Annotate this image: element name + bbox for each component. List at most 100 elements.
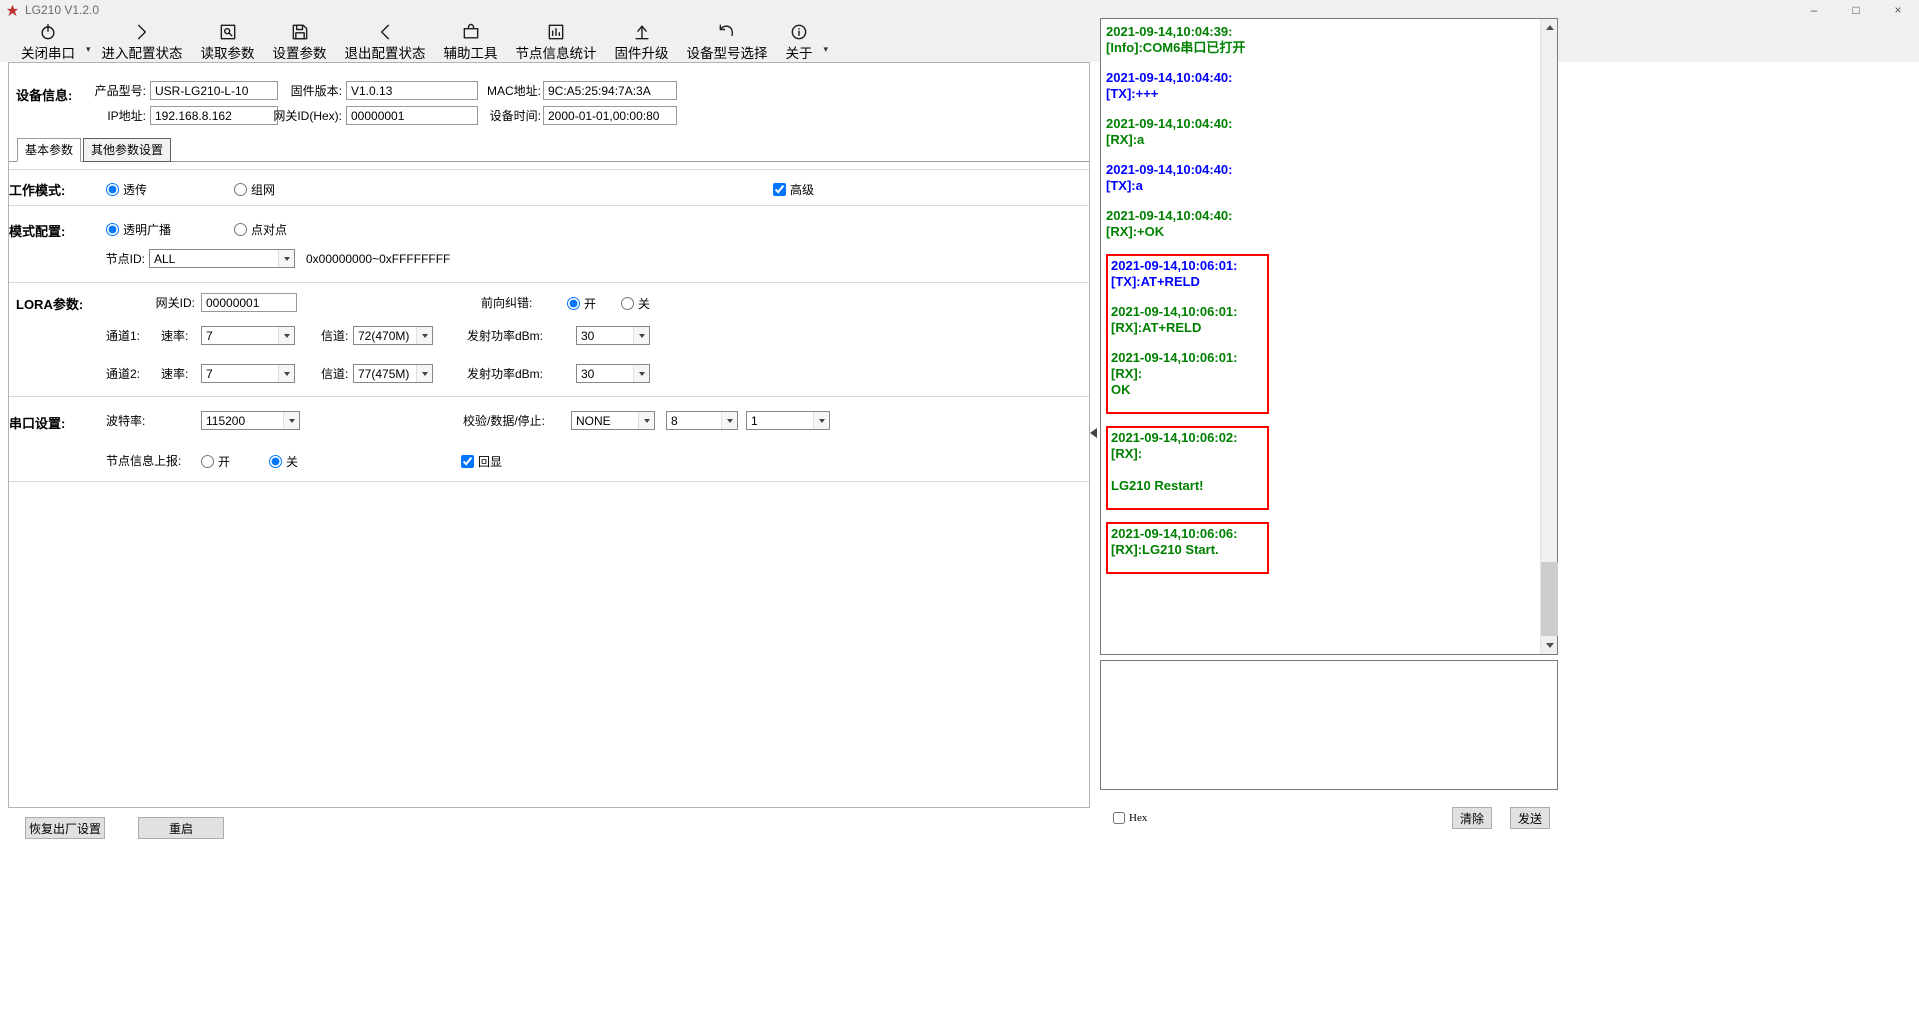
echo-checkbox-field[interactable]: 回显 [461, 451, 502, 471]
close-serial-label: 关闭串口 [21, 42, 75, 62]
gateway-id-label: 网关ID: [109, 293, 195, 313]
channel-2-channel-select[interactable]: 77(475M) [353, 364, 433, 383]
tab-other-params[interactable]: 其他参数设置 [83, 138, 171, 162]
log-line: [RX]: [1111, 446, 1261, 462]
mode-option-broadcast[interactable]: 透明广播 [106, 219, 171, 239]
hex-checkbox-field[interactable]: Hex [1113, 812, 1147, 824]
log-line: 2021-09-14,10:06:01: [1111, 304, 1261, 320]
power-label: 发射功率dBm: [467, 326, 543, 346]
data-bits-select[interactable]: 8 [666, 411, 738, 430]
parity-select[interactable]: NONE [571, 411, 655, 430]
close-serial-button[interactable]: 关闭串口 [12, 20, 84, 62]
log-line: LG210 Restart! [1111, 478, 1261, 494]
advanced-checkbox-field[interactable]: 高级 [773, 179, 814, 199]
node-stats-button[interactable]: 节点信息统计 [507, 20, 606, 62]
device-model-button[interactable]: 设备型号选择 [678, 20, 777, 62]
work-mode-option-transparent[interactable]: 透传 [106, 179, 147, 199]
fec-label: 前向纠错: [481, 293, 532, 313]
work-mode-section: 工作模式: 透传 组网 高级 [9, 169, 1089, 206]
mode-radio-p2p[interactable] [234, 223, 247, 236]
hex-checkbox[interactable] [1113, 812, 1125, 824]
chevron-down-icon [638, 412, 654, 429]
chevron-down-icon [633, 365, 649, 382]
node-report-option-off[interactable]: 关 [269, 451, 298, 471]
channel-2-label: 通道2: [106, 364, 140, 384]
log-line: 2021-09-14,10:06:02: [1111, 430, 1261, 446]
channel-2-power-select[interactable]: 30 [576, 364, 650, 383]
fec-option-off[interactable]: 关 [621, 293, 650, 313]
scroll-up-icon[interactable] [1541, 19, 1558, 36]
channel-1-rate-select[interactable]: 7 [201, 326, 295, 345]
fec-on-label: 开 [584, 295, 596, 312]
echo-checkbox[interactable] [461, 455, 474, 468]
baud-rate-select[interactable]: 115200 [201, 411, 300, 430]
fec-radio-off[interactable] [621, 297, 634, 310]
log-line: [RX]: [1111, 366, 1261, 382]
tools-icon [461, 22, 481, 42]
channel-1-channel-select[interactable]: 72(470M) [353, 326, 433, 345]
work-mode-radio-transparent[interactable] [106, 183, 119, 196]
close-button[interactable]: × [1877, 0, 1919, 20]
enter-config-button[interactable]: 进入配置状态 [93, 20, 192, 62]
mode-radio-broadcast[interactable] [106, 223, 119, 236]
work-mode-option-network[interactable]: 组网 [234, 179, 275, 199]
window-title: LG210 V1.2.0 [25, 3, 99, 17]
read-params-icon [218, 22, 238, 42]
stop-bits-select[interactable]: 1 [746, 411, 830, 430]
work-mode-radio-network[interactable] [234, 183, 247, 196]
set-params-button[interactable]: 设置参数 [264, 20, 336, 62]
node-report-label: 节点信息上报: [106, 451, 181, 471]
channel-1-power-select[interactable]: 30 [576, 326, 650, 345]
node-report-radio-on[interactable] [201, 455, 214, 468]
param-sections: 工作模式: 透传 组网 高级 模式配置: [9, 161, 1089, 482]
config-panel: 设备信息: 产品型号: 固件版本: MAC地址: IP地址: 网关ID(Hex)… [8, 62, 1090, 808]
chevron-down-icon[interactable]: ▾ [822, 44, 831, 55]
log-area[interactable]: 2021-09-14,10:04:39:[Info]:COM6串口已打开2021… [1106, 24, 1538, 650]
hex-label: Hex [1129, 812, 1147, 824]
node-stats-icon [546, 22, 566, 42]
exit-config-button[interactable]: 退出配置状态 [336, 20, 435, 62]
node-report-radio-off[interactable] [269, 455, 282, 468]
device-time-input[interactable] [543, 106, 677, 125]
read-params-button[interactable]: 读取参数 [192, 20, 264, 62]
mac-address-input[interactable] [543, 81, 677, 100]
maximize-button[interactable]: □ [1835, 0, 1877, 20]
factory-reset-button[interactable]: 恢复出厂设置 [25, 817, 105, 839]
minimize-button[interactable]: – [1793, 0, 1835, 20]
chevron-down-icon[interactable]: ▾ [84, 44, 93, 55]
restart-button[interactable]: 重启 [138, 817, 224, 839]
log-line: 2021-09-14,10:04:39: [1106, 24, 1538, 40]
send-button[interactable]: 发送 [1510, 807, 1550, 829]
aux-tools-button[interactable]: 辅助工具 [435, 20, 507, 62]
about-button[interactable]: 关于 [777, 20, 822, 62]
tab-basic-params[interactable]: 基本参数 [17, 138, 81, 162]
log-line: 2021-09-14,10:06:06: [1111, 526, 1261, 542]
send-input[interactable] [1100, 660, 1558, 790]
lora-params-section: LORA参数: 网关ID: 前向纠错: 开 关 通道1: 速率: 7 [9, 283, 1089, 397]
scrollbar-thumb[interactable] [1541, 562, 1558, 636]
window-controls: – □ × [1793, 0, 1919, 20]
collapse-panel-icon[interactable] [1090, 428, 1097, 438]
clear-button[interactable]: 清除 [1452, 807, 1492, 829]
fec-option-on[interactable]: 开 [567, 293, 596, 313]
parity-data-stop-label: 校验/数据/停止: [463, 411, 545, 431]
advanced-checkbox[interactable] [773, 183, 786, 196]
mode-option-p2p[interactable]: 点对点 [234, 219, 287, 239]
gateway-id-hex-label: 网关ID(Hex): [254, 106, 342, 126]
channel-2-rate-select[interactable]: 7 [201, 364, 295, 383]
ip-address-label: IP地址: [54, 106, 146, 126]
firmware-upgrade-button[interactable]: 固件升级 [606, 20, 678, 62]
channel-label: 信道: [321, 326, 348, 346]
scroll-down-icon[interactable] [1541, 637, 1558, 654]
mode-config-section: 模式配置: 透明广播 点对点 节点ID: ALL 0x00000000~0xFF… [9, 206, 1089, 283]
firmware-version-label: 固件版本: [254, 81, 342, 101]
log-entry: 2021-09-14,10:06:01:[TX]:AT+RELD [1111, 258, 1261, 290]
fec-radio-on[interactable] [567, 297, 580, 310]
gateway-id-input[interactable] [201, 293, 297, 312]
node-report-option-on[interactable]: 开 [201, 451, 230, 471]
log-annotation-box: 2021-09-14,10:06:01:[TX]:AT+RELD 2021-09-… [1106, 254, 1269, 414]
log-line [1111, 462, 1261, 478]
log-scrollbar[interactable] [1540, 19, 1557, 654]
product-model-label: 产品型号: [54, 81, 146, 101]
node-id-select[interactable]: ALL [149, 249, 295, 268]
